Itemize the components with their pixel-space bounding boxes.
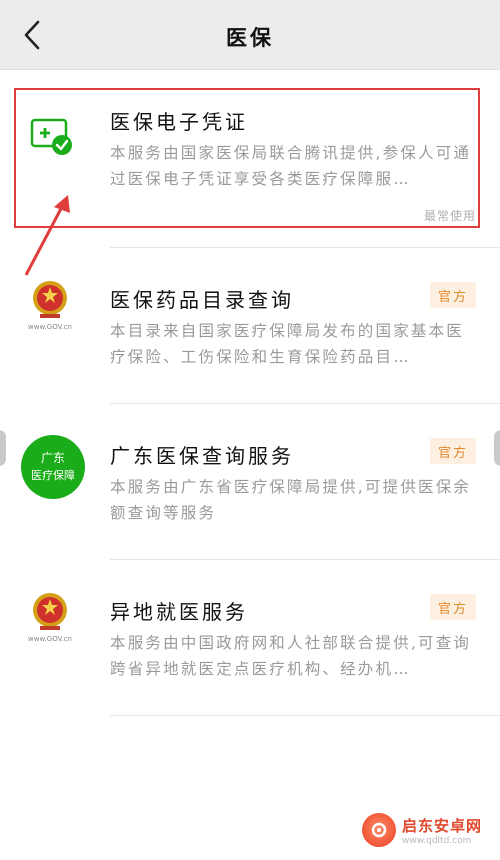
gov-caption: www.GOV.cn — [28, 323, 72, 331]
official-badge: 官方 — [430, 438, 476, 464]
gov-caption: www.GOV.cn — [28, 635, 72, 643]
national-emblem-icon: www.GOV.cn — [28, 590, 72, 648]
item-title: 医保电子凭证 — [110, 110, 248, 134]
item-description: 本目录来自国家医疗保障局发布的国家基本医疗保险、工伤保险和生育保险药品目… — [110, 322, 465, 366]
official-badge: 官方 — [430, 594, 476, 620]
watermark-name: 启东安卓网 — [402, 816, 483, 835]
national-emblem-icon: www.GOV.cn — [28, 278, 72, 336]
item-title: 异地就医服务 — [110, 600, 248, 624]
gd-icon-line1: 广东 — [41, 451, 65, 465]
list-item-drug-catalog[interactable]: www.GOV.cn 医保药品目录查询 官方 本目录来自国家医疗保障局发布的国家… — [0, 248, 500, 404]
item-title: 广东医保查询服务 — [110, 444, 294, 468]
official-badge: 官方 — [430, 282, 476, 308]
page-title: 医保 — [226, 26, 274, 50]
list-item-remote-medical[interactable]: www.GOV.cn 异地就医服务 官方 本服务由中国政府网和人社部联合提供,可… — [0, 560, 500, 716]
list-item-e-voucher[interactable]: 医保电子凭证 本服务由国家医保局联合腾讯提供,参保人可通过医保电子凭证享受各类医… — [0, 90, 500, 248]
watermark-logo-icon — [362, 813, 396, 847]
e-voucher-icon — [20, 112, 80, 172]
guangdong-medical-icon: 广东 医疗保障 — [20, 434, 86, 504]
gd-icon-line2: 医疗保障 — [31, 468, 75, 482]
item-title: 医保药品目录查询 — [110, 288, 294, 312]
divider — [110, 715, 500, 716]
nav-bar: 医保 — [0, 0, 500, 70]
watermark-url: www.qdltd.com — [402, 835, 472, 846]
list-item-guangdong-query[interactable]: 广东 医疗保障 广东医保查询服务 官方 本服务由广东省医疗保障局提供,可提供医保… — [0, 404, 500, 560]
item-description: 本服务由中国政府网和人社部联合提供,可查询跨省异地就医定点医疗机构、经办机… — [110, 634, 472, 678]
watermark: 启东安卓网 www.qdltd.com — [362, 810, 492, 850]
item-description: 本服务由国家医保局联合腾讯提供,参保人可通过医保电子凭证享受各类医疗保障服… — [110, 144, 472, 188]
most-used-tag: 最常使用 — [423, 209, 476, 223]
item-description: 本服务由广东省医疗保障局提供,可提供医保余额查询等服务 — [110, 478, 472, 522]
